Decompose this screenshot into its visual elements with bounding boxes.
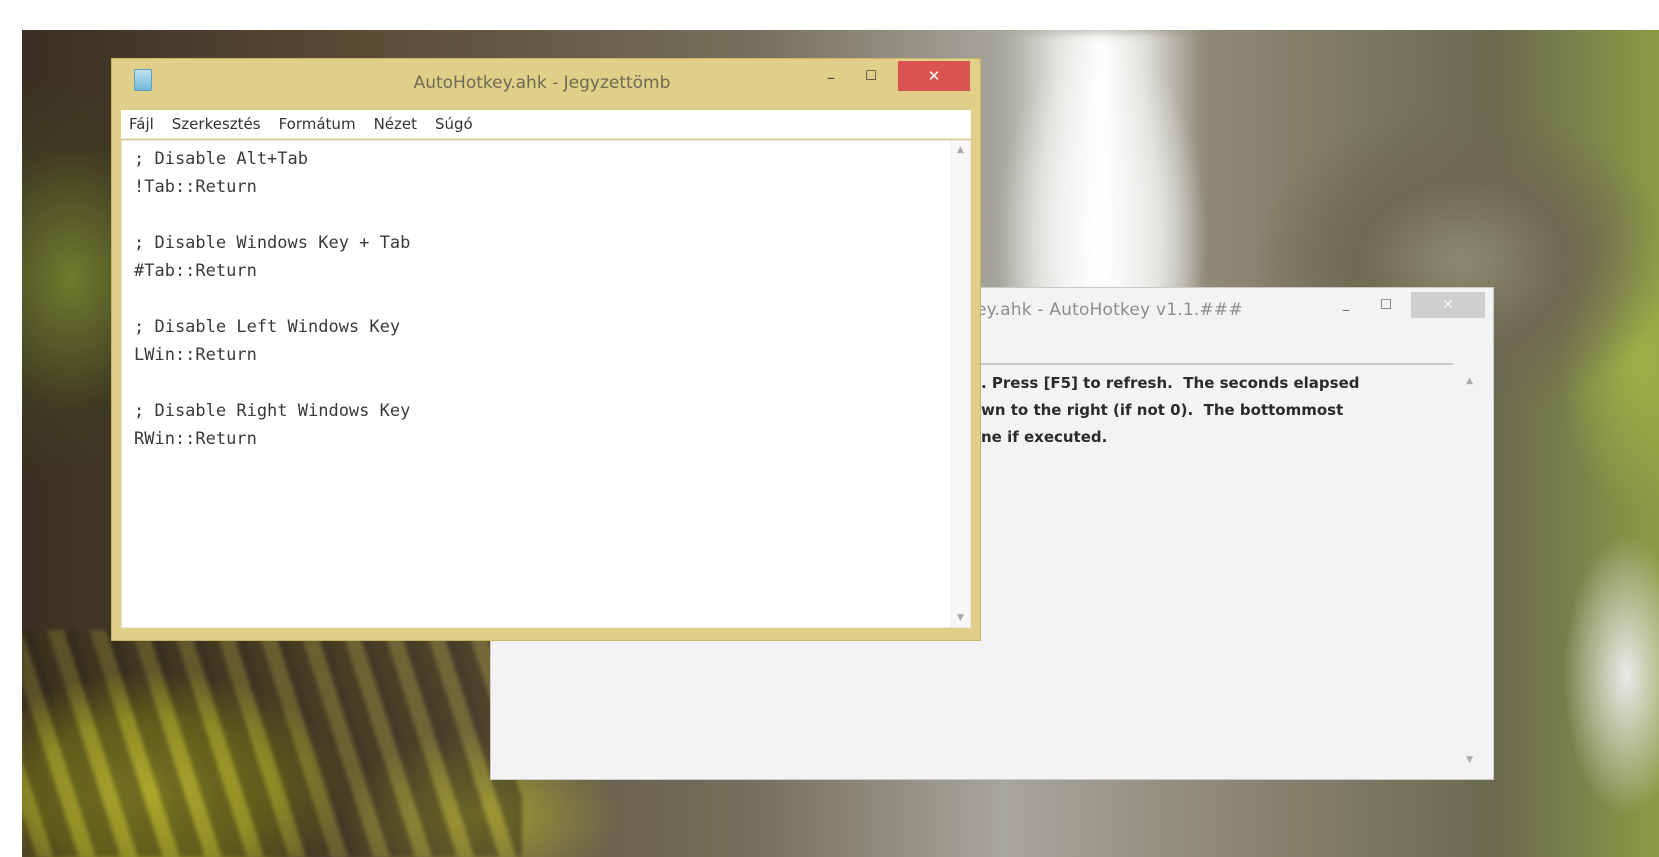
autohotkey-menu-divider bbox=[981, 363, 1453, 365]
autohotkey-content: . Press [F5] to refresh. The seconds ela… bbox=[981, 370, 1451, 451]
notepad-app-icon[interactable] bbox=[134, 69, 152, 91]
maximize-button[interactable]: ◻ bbox=[854, 63, 888, 85]
wallpaper-roots bbox=[22, 630, 522, 857]
wallpaper-waterfall bbox=[1002, 30, 1202, 320]
scroll-down-arrow-icon[interactable]: ▼ bbox=[957, 613, 964, 623]
scroll-up-arrow-icon[interactable]: ▲ bbox=[1466, 376, 1473, 386]
content-line: wn to the right (if not 0). The bottommo… bbox=[981, 401, 1344, 419]
notepad-menubar: Fájl Szerkesztés Formátum Nézet Súgó bbox=[121, 110, 971, 139]
menu-help[interactable]: Súgó bbox=[435, 115, 473, 133]
menu-file[interactable]: Fájl bbox=[129, 115, 154, 133]
script-text[interactable]: ; Disable Alt+Tab !Tab::Return ; Disable… bbox=[134, 145, 410, 453]
minimize-button[interactable]: – bbox=[814, 67, 848, 89]
code-line: RWin::Return bbox=[134, 429, 257, 449]
close-button[interactable]: ✕ bbox=[898, 61, 970, 91]
scroll-up-arrow-icon[interactable]: ▲ bbox=[957, 145, 964, 155]
menu-format[interactable]: Formátum bbox=[279, 115, 356, 133]
notepad-window-title: AutoHotkey.ahk - Jegyzettömb bbox=[413, 73, 671, 93]
minimize-button[interactable]: – bbox=[1329, 298, 1363, 320]
content-line: ne if executed. bbox=[981, 428, 1108, 446]
code-line: ; Disable Alt+Tab bbox=[134, 149, 308, 169]
vertical-scrollbar[interactable]: ▲ ▼ bbox=[951, 141, 970, 627]
code-line: LWin::Return bbox=[134, 345, 257, 365]
code-line: !Tab::Return bbox=[134, 177, 257, 197]
code-line: #Tab::Return bbox=[134, 261, 257, 281]
autohotkey-window-title: ey.ahk - AutoHotkey v1.1.### bbox=[976, 300, 1243, 320]
menu-edit[interactable]: Szerkesztés bbox=[172, 115, 261, 133]
code-line: ; Disable Windows Key + Tab bbox=[134, 233, 411, 253]
notepad-window[interactable]: AutoHotkey.ahk - Jegyzettömb – ◻ ✕ Fájl … bbox=[111, 58, 981, 641]
maximize-button[interactable]: ◻ bbox=[1369, 292, 1403, 314]
code-line: ; Disable Left Windows Key bbox=[134, 317, 401, 337]
close-button[interactable]: ✕ bbox=[1411, 292, 1485, 318]
menu-view[interactable]: Nézet bbox=[374, 115, 417, 133]
scroll-down-arrow-icon[interactable]: ▼ bbox=[1466, 755, 1473, 765]
content-line: . Press [F5] to refresh. The seconds ela… bbox=[981, 374, 1360, 392]
code-line: ; Disable Right Windows Key bbox=[134, 401, 411, 421]
notepad-text-area[interactable]: ; Disable Alt+Tab !Tab::Return ; Disable… bbox=[121, 140, 971, 628]
